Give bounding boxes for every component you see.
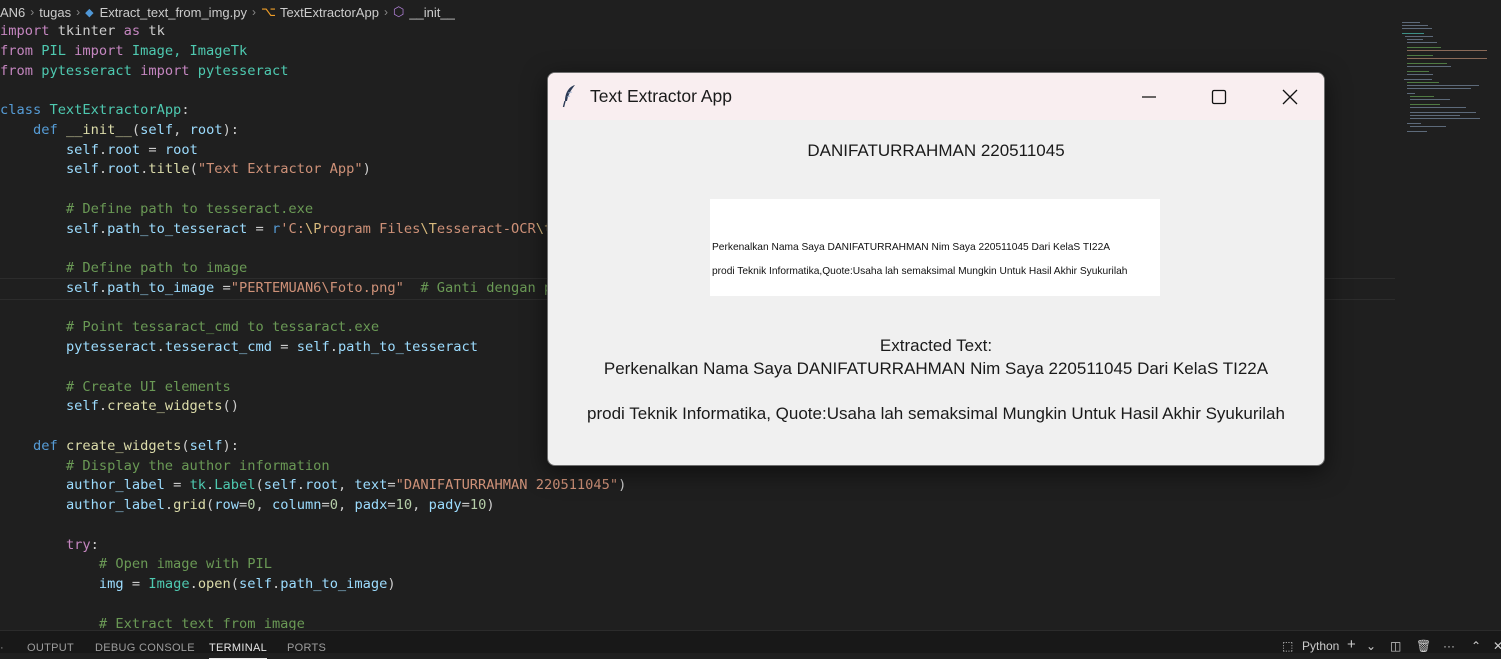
class-icon: ⌥ — [260, 4, 276, 19]
maximize-icon — [1211, 89, 1227, 104]
extracted-text-heading: Extracted Text: — [879, 336, 993, 355]
split-icon[interactable]: ◫ — [1390, 639, 1401, 653]
panel-tab-problems[interactable]: · — [0, 642, 4, 654]
close-button[interactable] — [1260, 73, 1320, 120]
breadcrumb-label: tugas — [39, 4, 72, 20]
feather-icon — [562, 85, 575, 108]
breadcrumb-folder-tugas[interactable]: tugas — [39, 5, 71, 20]
image-text-line: prodi Teknik Informatika,Quote:Usaha lah… — [712, 266, 1128, 277]
window-title: Text Extractor App — [590, 86, 733, 106]
chevron-up-icon[interactable]: ⌃ — [1471, 639, 1481, 653]
terminal-icon: ⬚ — [1282, 639, 1294, 653]
chevron-right-icon: › — [251, 5, 256, 19]
chevron-right-icon: › — [30, 5, 35, 19]
chevron-right-icon: › — [383, 5, 388, 19]
author-label: DANIFATURRAHMAN 220511045 — [807, 141, 1065, 160]
code-line: # Open image with PIL — [0, 556, 272, 573]
breadcrumb-label: __init__ — [409, 4, 455, 20]
maximize-button[interactable] — [1189, 73, 1249, 120]
breadcrumb: AN6 › tugas › ◆ Extract_text_from_img.py… — [0, 0, 1400, 24]
image-text-line: Perkenalkan Nama Saya DANIFATURRAHMAN Ni… — [712, 242, 1111, 253]
breadcrumb-file[interactable]: ◆ Extract_text_from_img.py — [85, 5, 247, 20]
source-image: Perkenalkan Nama Saya DANIFATURRAHMAN Ni… — [710, 199, 1160, 296]
plus-icon[interactable]: + — [1347, 636, 1356, 653]
minimize-button[interactable] — [1119, 73, 1179, 120]
breadcrumb-label: TextExtractorApp — [279, 4, 379, 20]
chevron-down-icon[interactable]: ⌄ — [1366, 639, 1376, 653]
code-line: author_label.grid(row=0, column=0, padx=… — [65, 497, 495, 513]
minimize-icon — [1142, 95, 1156, 98]
window-titlebar[interactable]: Text Extractor App — [548, 73, 1324, 120]
trash-icon[interactable]: 🗑 — [1416, 639, 1431, 653]
minimap[interactable] — [1398, 20, 1501, 140]
more-actions-button[interactable]: ··· — [1443, 639, 1455, 653]
tab-output[interactable]: OUTPUT — [27, 642, 74, 654]
tab-debug-console[interactable]: DEBUG CONSOLE — [95, 642, 195, 654]
code-line: from PIL import Image, ImageTk — [0, 42, 248, 59]
extracted-text-line: prodi Teknik Informatika, Quote:Usaha la… — [587, 404, 1285, 423]
panel-tab-bar: · OUTPUT DEBUG CONSOLE TERMINAL PORTS ⬚ … — [0, 630, 1501, 659]
tab-ports[interactable]: PORTS — [287, 642, 326, 654]
breadcrumb-class[interactable]: ⌥ TextExtractorApp — [261, 4, 379, 20]
breadcrumb-label: Extract_text_from_img.py — [99, 4, 247, 20]
close-panel-icon[interactable]: ✕ — [1493, 639, 1501, 653]
extracted-text-line: Perkenalkan Nama Saya DANIFATURRAHMAN Ni… — [603, 359, 1269, 378]
close-icon — [1282, 89, 1298, 104]
tab-terminal[interactable]: TERMINAL — [209, 642, 268, 659]
code-line: try: — [65, 536, 99, 553]
breadcrumb-label: AN6 — [0, 4, 26, 20]
code-line: img = Image.open(self.path_to_image) — [98, 576, 396, 592]
terminal-selector[interactable]: Python — [1302, 639, 1339, 653]
code-line: author_label = tk.Label(self.root, text=… — [65, 477, 627, 494]
code-line: import tkinter as tk — [0, 23, 165, 39]
method-icon: ⬡ — [392, 4, 405, 19]
tk-window: Text Extractor App DANIFATURRAHMAN 22051… — [547, 72, 1325, 466]
breadcrumb-folder-root[interactable]: AN6 — [0, 5, 25, 20]
python-file-icon: ◆ — [85, 6, 94, 19]
chevron-right-icon: › — [76, 5, 81, 19]
breadcrumb-method[interactable]: ⬡ __init__ — [393, 4, 455, 20]
